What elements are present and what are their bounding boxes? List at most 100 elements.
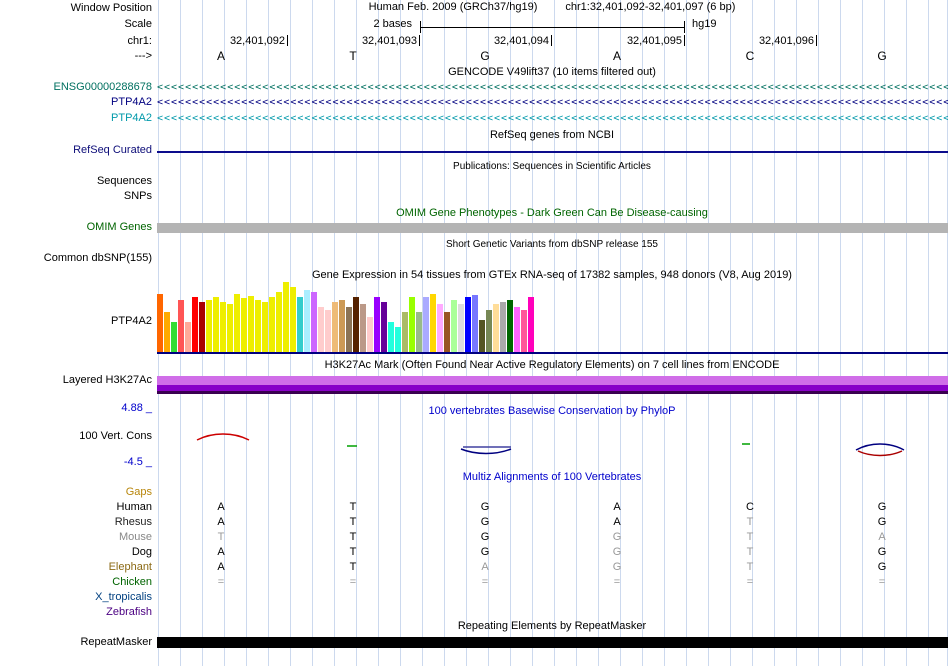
phylop-conservation-plot[interactable] xyxy=(157,428,948,466)
alignment-base-chicken: = xyxy=(878,576,886,588)
gtex-expression-bar[interactable] xyxy=(248,296,254,352)
track-label-human[interactable]: Human xyxy=(0,501,152,514)
track-title-h3k27ac[interactable]: H3K27Ac Mark (Often Found Near Active Re… xyxy=(156,359,948,372)
track-title-multiz[interactable]: Multiz Alignments of 100 Vertebrates xyxy=(156,471,948,484)
gtex-expression-bar[interactable] xyxy=(507,300,513,352)
gtex-expression-bar[interactable] xyxy=(304,290,310,352)
gtex-expression-bar[interactable] xyxy=(493,304,499,352)
gtex-expression-bar[interactable] xyxy=(290,287,296,352)
gtex-expression-bar[interactable] xyxy=(185,322,191,352)
ruler-position-label: 32,401,092 xyxy=(229,35,285,47)
track-label-mouse[interactable]: Mouse xyxy=(0,531,152,544)
gtex-expression-bar[interactable] xyxy=(388,322,394,352)
gtex-expression-bar[interactable] xyxy=(283,282,289,352)
gtex-expression-bar[interactable] xyxy=(234,294,240,352)
track-label-sequences[interactable]: Sequences xyxy=(0,175,152,188)
track-label-rhesus[interactable]: Rhesus xyxy=(0,516,152,529)
gtex-expression-bar[interactable] xyxy=(178,300,184,352)
h3k27ac-signal-band-light[interactable] xyxy=(157,376,948,385)
gtex-expression-bar[interactable] xyxy=(346,307,352,352)
track-label-ensg00000288678[interactable]: ENSG00000288678 xyxy=(0,81,152,94)
gtex-expression-bar[interactable] xyxy=(241,298,247,352)
gtex-expression-bar[interactable] xyxy=(367,317,373,352)
track-title-phylop[interactable]: 100 vertebrates Basewise Conservation by… xyxy=(156,405,948,418)
gtex-expression-bar[interactable] xyxy=(164,312,170,352)
gene-transcript-row-ensg00000288678[interactable]: <<<<<<<<<<<<<<<<<<<<<<<<<<<<<<<<<<<<<<<<… xyxy=(157,82,948,94)
track-title-dbsnp[interactable]: Short Genetic Variants from dbSNP releas… xyxy=(156,238,948,251)
gtex-expression-bar[interactable] xyxy=(395,327,401,352)
track-title-gtex[interactable]: Gene Expression in 54 tissues from GTEx … xyxy=(156,269,948,282)
gtex-expression-bar[interactable] xyxy=(521,310,527,352)
repeatmasker-element-bar[interactable] xyxy=(157,637,948,648)
track-label-zebrafish[interactable]: Zebrafish xyxy=(0,606,152,619)
gtex-expression-bar[interactable] xyxy=(311,292,317,352)
gtex-expression-bar[interactable] xyxy=(276,292,282,352)
refseq-curated-gene-line[interactable] xyxy=(157,151,948,153)
track-label-100-vert-cons[interactable]: 100 Vert. Cons xyxy=(0,430,152,443)
track-label-ptp4a2[interactable]: PTP4A2 xyxy=(0,112,152,125)
track-label-repeatmasker[interactable]: RepeatMasker xyxy=(0,636,152,649)
gtex-expression-bar[interactable] xyxy=(262,302,268,352)
gtex-expression-bar[interactable] xyxy=(472,295,478,352)
track-label-layered-h3k27ac[interactable]: Layered H3K27Ac xyxy=(0,374,152,387)
gtex-expression-bar[interactable] xyxy=(227,304,233,352)
gtex-expression-bar[interactable] xyxy=(528,297,534,352)
gtex-expression-bar[interactable] xyxy=(360,304,366,352)
track-label-elephant[interactable]: Elephant xyxy=(0,561,152,574)
track-label-omim-genes[interactable]: OMIM Genes xyxy=(0,221,152,234)
gtex-expression-bar[interactable] xyxy=(325,310,331,352)
gtex-expression-bar[interactable] xyxy=(297,297,303,352)
track-title-repeatmasker[interactable]: Repeating Elements by RepeatMasker xyxy=(156,620,948,633)
track-title-publications[interactable]: Publications: Sequences in Scientific Ar… xyxy=(156,160,948,173)
track-title-omim[interactable]: OMIM Gene Phenotypes - Dark Green Can Be… xyxy=(156,207,948,220)
gtex-expression-bar[interactable] xyxy=(465,297,471,352)
alignment-base-elephant: T xyxy=(349,561,357,573)
track-label-ptp4a2[interactable]: PTP4A2 xyxy=(0,96,152,109)
position-range: chr1:32,401,092-32,401,097 (6 bp) xyxy=(565,1,736,13)
track-label-dog[interactable]: Dog xyxy=(0,546,152,559)
gtex-expression-bar[interactable] xyxy=(486,310,492,352)
gtex-expression-bar[interactable] xyxy=(332,302,338,352)
gene-transcript-row-ptp4a2[interactable]: <<<<<<<<<<<<<<<<<<<<<<<<<<<<<<<<<<<<<<<<… xyxy=(157,97,948,109)
gtex-expression-bar[interactable] xyxy=(255,300,261,352)
gtex-expression-bar[interactable] xyxy=(213,297,219,352)
gtex-expression-bar[interactable] xyxy=(157,294,163,352)
gtex-expression-bar[interactable] xyxy=(402,312,408,352)
gtex-expression-bar[interactable] xyxy=(339,300,345,352)
gtex-expression-bar[interactable] xyxy=(199,302,205,352)
gtex-expression-bar[interactable] xyxy=(171,322,177,352)
alignment-base-rhesus: A xyxy=(613,516,621,528)
gtex-expression-bar[interactable] xyxy=(423,297,429,352)
track-label-chr1: chr1: xyxy=(127,35,152,47)
gtex-expression-bar[interactable] xyxy=(437,304,443,352)
track-label-gaps[interactable]: Gaps xyxy=(0,486,152,499)
gtex-expression-bar[interactable] xyxy=(353,297,359,352)
track-label-ptp4a2[interactable]: PTP4A2 xyxy=(0,315,152,328)
alignment-base-elephant: T xyxy=(746,561,754,573)
gtex-expression-bar[interactable] xyxy=(318,307,324,352)
gtex-expression-bar[interactable] xyxy=(514,307,520,352)
track-label-x-tropicalis[interactable]: X_tropicalis xyxy=(0,591,152,604)
track-label-refseq-curated[interactable]: RefSeq Curated xyxy=(0,144,152,157)
gtex-expression-bar[interactable] xyxy=(269,297,275,352)
gene-transcript-row-ptp4a2[interactable]: <<<<<<<<<<<<<<<<<<<<<<<<<<<<<<<<<<<<<<<<… xyxy=(157,113,948,125)
track-title-gencode[interactable]: GENCODE V49lift37 (10 items filtered out… xyxy=(156,66,948,79)
gtex-expression-bar[interactable] xyxy=(206,300,212,352)
gtex-expression-bar[interactable] xyxy=(479,320,485,352)
gtex-expression-bar[interactable] xyxy=(381,302,387,352)
gtex-expression-bar[interactable] xyxy=(374,297,380,352)
gtex-expression-bar[interactable] xyxy=(192,297,198,352)
gtex-expression-bar[interactable] xyxy=(416,312,422,352)
omim-gene-bar[interactable] xyxy=(157,223,948,233)
gtex-expression-bar[interactable] xyxy=(500,302,506,352)
track-title-refseq[interactable]: RefSeq genes from NCBI xyxy=(156,129,948,142)
track-label-snps[interactable]: SNPs xyxy=(0,190,152,203)
gtex-expression-bar[interactable] xyxy=(409,297,415,352)
gtex-expression-bar[interactable] xyxy=(430,294,436,352)
gtex-expression-bar[interactable] xyxy=(444,312,450,352)
gtex-expression-bar[interactable] xyxy=(458,304,464,352)
gtex-expression-bar[interactable] xyxy=(451,300,457,352)
track-label-common-dbsnp-155[interactable]: Common dbSNP(155) xyxy=(0,252,152,265)
track-label-chicken[interactable]: Chicken xyxy=(0,576,152,589)
gtex-expression-bar[interactable] xyxy=(220,302,226,352)
